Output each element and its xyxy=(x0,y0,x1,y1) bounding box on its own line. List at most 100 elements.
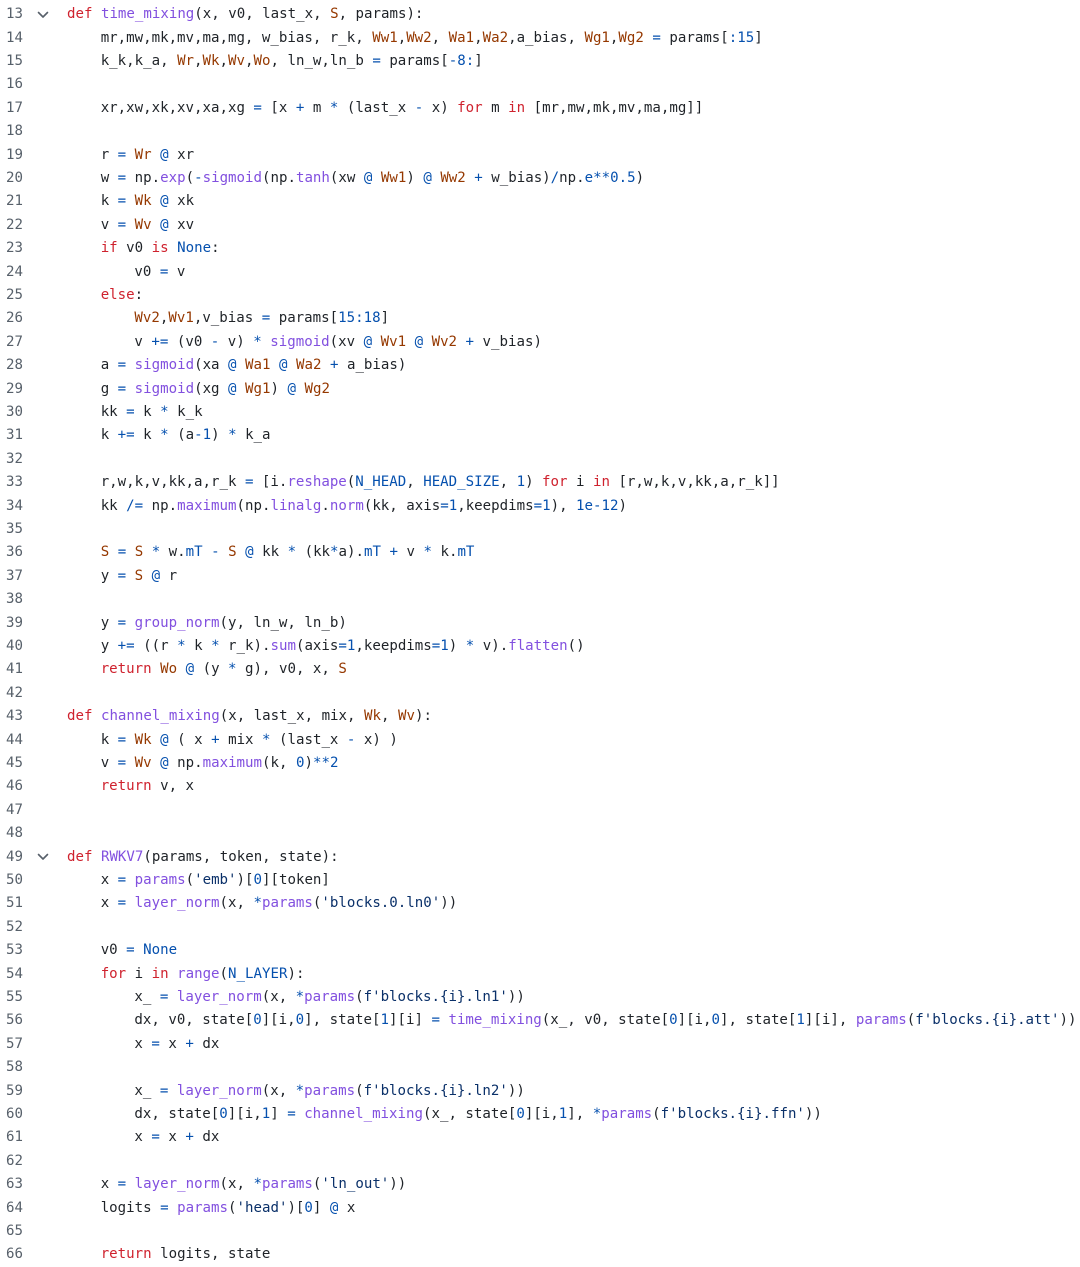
code-line[interactable]: 26 Wv2,Wv1,v_bias = params[15:18] xyxy=(0,307,1080,330)
code-token: ] xyxy=(474,53,483,69)
code-line[interactable]: 62 xyxy=(0,1150,1080,1173)
code-line[interactable]: 29 g = sigmoid(xg @ Wg1) @ Wg2 xyxy=(0,378,1080,401)
code-line[interactable]: 60 dx, state[0][i,1] = channel_mixing(x_,… xyxy=(0,1103,1080,1126)
code-token: S xyxy=(330,6,339,23)
code-line[interactable]: 25 else: xyxy=(0,284,1080,307)
line-number: 31 xyxy=(6,427,23,444)
code-token: 1 xyxy=(796,1012,805,1029)
chevron-down-icon[interactable] xyxy=(35,3,51,26)
code-line[interactable]: 48 xyxy=(0,822,1080,845)
code-line[interactable]: 46 return v, x xyxy=(0,775,1080,798)
code-viewer[interactable]: 13 def time_mixing(x, v0, last_x, S, para… xyxy=(0,0,1080,1267)
code-line[interactable]: 53 v0 = None xyxy=(0,939,1080,962)
code-token: None xyxy=(177,240,212,257)
code-line[interactable]: 31 k += k * (a-1) * k_a xyxy=(0,424,1080,447)
code-token: xr,xw,xk,xv,xa,xg xyxy=(100,99,254,116)
code-line[interactable]: 32 xyxy=(0,448,1080,471)
code-line[interactable]: 14 mr,mw,mk,mv,ma,mg, w_bias, r_k, Ww1,Ww… xyxy=(0,27,1080,50)
code-token: g xyxy=(100,380,118,397)
code-line[interactable]: 64 logits = params('head')[0] @ x xyxy=(0,1197,1080,1220)
code-line[interactable]: 37 y = S @ r xyxy=(0,565,1080,588)
code-token: * xyxy=(295,989,305,1005)
code-token: Wk xyxy=(134,193,152,210)
code-line[interactable]: 41 return Wo @ (y * g), v0, x, S xyxy=(0,658,1080,681)
code-line[interactable]: 57 x = x + dx xyxy=(0,1033,1080,1056)
code-token: Wr xyxy=(134,146,152,163)
code-line[interactable]: 65 xyxy=(0,1220,1080,1243)
code-line[interactable]: 49 def RWKV7(params, token, state): xyxy=(0,846,1080,869)
code-token: * xyxy=(330,544,339,561)
code-line[interactable]: 52 xyxy=(0,916,1080,939)
code-text: a = sigmoid(xa @ Wa1 @ Wa2 + a_bias) xyxy=(101,354,407,377)
code-line[interactable]: 50 x = params('emb')[0][token] xyxy=(0,869,1080,892)
code-line[interactable]: 38 xyxy=(0,588,1080,611)
code-line[interactable]: 28 a = sigmoid(xa @ Wa1 @ Wa2 + a_bias) xyxy=(0,354,1080,377)
code-line[interactable]: 43 def channel_mixing(x, last_x, mix, Wk,… xyxy=(0,705,1080,728)
code-token: (last_x xyxy=(338,99,415,116)
code-line[interactable]: 66 return logits, state xyxy=(0,1243,1080,1266)
code-token: S xyxy=(134,544,144,561)
code-line[interactable]: 15 k_k,k_a, Wr,Wk,Wv,Wo, ln_w,ln_b = para… xyxy=(0,50,1080,73)
line-number: 22 xyxy=(6,216,23,233)
code-line[interactable]: 47 xyxy=(0,799,1080,822)
code-line[interactable]: 63 x = layer_norm(x, *params('ln_out')) xyxy=(0,1173,1080,1196)
code-line[interactable]: 34 kk /= np.maximum(np.linalg.norm(kk, ax… xyxy=(0,495,1080,518)
code-token: @ xyxy=(151,567,161,584)
code-line[interactable]: 17 xr,xw,xk,xv,xa,xg = [x + m * (last_x -… xyxy=(0,97,1080,120)
code-line[interactable]: 35 xyxy=(0,518,1080,541)
code-line[interactable]: 30 kk = k * k_k xyxy=(0,401,1080,424)
code-line[interactable]: 44 k = Wk @ ( x + mix * (last_x - x) ) xyxy=(0,729,1080,752)
code-line[interactable]: 55 x_ = layer_norm(x, *params(f'blocks.{i… xyxy=(0,986,1080,1009)
code-token: m xyxy=(482,99,509,116)
code-line[interactable]: 42 xyxy=(0,682,1080,705)
code-token: 1 xyxy=(202,427,212,444)
code-token: maximum xyxy=(202,755,263,771)
code-line[interactable]: 24 v0 = v xyxy=(0,261,1080,284)
code-token: (y, ln_w, ln_b) xyxy=(219,614,347,631)
code-line[interactable]: 22 v = Wv @ xv xyxy=(0,214,1080,237)
code-token: 15 xyxy=(737,29,755,46)
code-token: ( xyxy=(355,989,364,1005)
code-line[interactable]: 51 x = layer_norm(x, *params('blocks.0.ln… xyxy=(0,892,1080,915)
code-line[interactable]: 19 r = Wr @ xr xyxy=(0,144,1080,167)
code-line[interactable]: 20 w = np.exp(-sigmoid(np.tanh(xw @ Ww1) … xyxy=(0,167,1080,190)
code-line[interactable]: 40 y += ((r * k * r_k).sum(axis=1,keepdim… xyxy=(0,635,1080,658)
code-line[interactable]: 21 k = Wk @ xk xyxy=(0,190,1080,213)
code-line[interactable]: 27 v += (v0 - v) * sigmoid(xv @ Wv1 @ Wv2… xyxy=(0,331,1080,354)
code-token: def xyxy=(67,6,101,23)
code-text: x_ = layer_norm(x, *params(f'blocks.{i}.… xyxy=(134,986,524,1009)
code-token: g), v0, x, xyxy=(236,661,339,678)
code-line[interactable]: 13 def time_mixing(x, v0, last_x, S, para… xyxy=(0,3,1080,26)
code-text: r = Wr @ xr xyxy=(101,144,194,167)
code-token: ][i, xyxy=(677,1012,712,1029)
code-line[interactable]: 45 v = Wv @ np.maximum(k, 0)**2 xyxy=(0,752,1080,775)
code-line[interactable]: 58 xyxy=(0,1056,1080,1079)
code-line[interactable]: 39 y = group_norm(y, ln_w, ln_b) xyxy=(0,612,1080,635)
code-line[interactable]: 33 r,w,k,v,kk,a,r_k = [i.reshape(N_HEAD, … xyxy=(0,471,1080,494)
code-text: return logits, state xyxy=(101,1243,271,1266)
code-text: for i in range(N_LAYER): xyxy=(101,963,305,986)
code-line[interactable]: 56 dx, v0, state[0][i,0], state[1][i] = t… xyxy=(0,1009,1080,1032)
code-line[interactable]: 36 S = S * w.mT - S @ kk * (kk*a).mT + v … xyxy=(0,541,1080,564)
code-token: linalg xyxy=(270,497,322,514)
code-line[interactable]: 61 x = x + dx xyxy=(0,1126,1080,1149)
code-line[interactable]: 16 xyxy=(0,73,1080,96)
code-token: Ww2 xyxy=(440,170,466,186)
code-token: k xyxy=(134,404,161,420)
code-line[interactable]: 18 xyxy=(0,120,1080,143)
code-line[interactable]: 54 for i in range(N_LAYER): xyxy=(0,963,1080,986)
code-token: Ww2 xyxy=(406,29,432,46)
code-line[interactable]: 23 if v0 is None: xyxy=(0,237,1080,260)
chevron-down-icon[interactable] xyxy=(35,846,51,869)
code-token: kk xyxy=(100,404,127,420)
code-token: @ xyxy=(245,544,254,561)
code-line[interactable]: 59 x_ = layer_norm(x, *params(f'blocks.{i… xyxy=(0,1080,1080,1103)
code-text: v0 = v xyxy=(134,261,185,284)
